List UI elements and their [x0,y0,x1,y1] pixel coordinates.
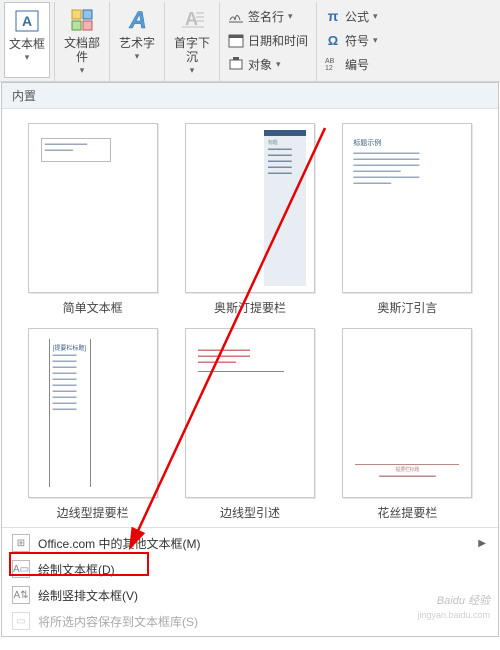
thumb-label: 边线型引述 [220,504,280,521]
chevron-down-icon: ▾ [373,11,378,22]
thumb-preview: ▬▬▬▬▬▬▬▬▬▬▬▬▬▬▬▬▬▬▬▬▬▬▬▬▬▬▬▬▬▬ [185,328,315,498]
omega-icon: Ω [325,32,341,48]
thumb-preview: [提要栏标题]▬▬▬▬▬▬▬▬▬▬▬▬▬▬▬▬▬▬▬▬▬▬▬▬▬▬▬▬▬▬▬▬▬… [28,328,158,498]
ribbon-group-text: A 文本框 ▾ [0,2,55,81]
gallery: ▬▬▬▬▬▬▬▬▬▬▬▬▬▬▬ 简单文本框 标题▬▬▬▬▬▬▬▬▬▬▬▬▬▬▬▬… [2,109,498,527]
signature-label: 签名行 [248,8,284,25]
dropcap-icon: A [178,6,206,34]
quick-parts-icon [68,6,96,34]
thumb-label: 边线型提要栏 [57,504,129,521]
svg-text:AB: AB [325,58,335,65]
chevron-right-icon: ▶ [478,538,486,549]
thumb-preview: ▬▬▬▬▬▬▬▬▬▬▬▬▬▬▬ [28,123,158,293]
textbox-button[interactable]: A 文本框 ▾ [4,2,50,78]
ribbon-group-dropcap: A 首字下沉 ▾ [165,2,220,81]
thumb-austin-quote[interactable]: 标题示例 ▬▬▬▬▬▬▬▬▬▬▬▬▬▬▬▬▬▬▬▬▬▬▬▬▬▬▬▬▬▬▬▬▬▬▬… [335,123,480,316]
thumb-label: 奥斯汀引言 [377,299,437,316]
menu-office-more[interactable]: ⊞ Office.com 中的其他文本框(M) ▶ [2,530,498,556]
thumb-label: 奥斯汀提要栏 [214,299,286,316]
svg-text:12: 12 [325,65,333,72]
svg-text:A: A [185,9,198,29]
wordart-icon: A [123,6,151,34]
chevron-down-icon: ▾ [135,51,140,62]
chevron-down-icon: ▾ [25,52,30,63]
thumb-preview: 标题示例 ▬▬▬▬▬▬▬▬▬▬▬▬▬▬▬▬▬▬▬▬▬▬▬▬▬▬▬▬▬▬▬▬▬▬▬… [342,123,472,293]
thumb-sideline-quote[interactable]: ▬▬▬▬▬▬▬▬▬▬▬▬▬▬▬▬▬▬▬▬▬▬▬▬▬▬▬▬▬▬ 边线型引述 [177,328,322,521]
equation-label: 公式 [345,8,369,25]
wordart-button[interactable]: A 艺术字 ▾ [114,2,160,78]
svg-text:A: A [128,7,146,34]
save-selection-icon: ▭ [12,612,30,630]
textbox-label: 文本框 [9,37,45,51]
thumb-filigree-sidebar[interactable]: 提要栏标题▬▬▬▬▬▬▬▬▬▬▬▬ 花丝提要栏 [335,328,480,521]
quick-parts-label: 文档部件 [59,36,105,64]
watermark-sub: jingyan.baidu.com [417,610,490,620]
chevron-down-icon: ▾ [288,11,293,22]
equation-button[interactable]: π 公式 ▾ [321,4,382,28]
thumb-sideline-sidebar[interactable]: [提要栏标题]▬▬▬▬▬▬▬▬▬▬▬▬▬▬▬▬▬▬▬▬▬▬▬▬▬▬▬▬▬▬▬▬▬… [20,328,165,521]
thumb-preview: 标题▬▬▬▬▬▬▬▬▬▬▬▬▬▬▬▬▬▬▬▬▬▬▬▬▬ [185,123,315,293]
menu-draw-vertical-textbox[interactable]: A⇅ 绘制竖排文本框(V) [2,582,498,608]
signature-line-button[interactable]: 签名行 ▾ [224,4,312,28]
textbox-icon: A [13,7,41,35]
thumb-austin-sidebar[interactable]: 标题▬▬▬▬▬▬▬▬▬▬▬▬▬▬▬▬▬▬▬▬▬▬▬▬▬ 奥斯汀提要栏 [177,123,322,316]
menu-label: Office.com 中的其他文本框(M) [38,535,200,552]
object-icon [228,56,244,72]
numbering-button[interactable]: AB12 编号 [321,52,382,76]
menu-label: 将所选内容保存到文本框库(S) [38,613,198,630]
chevron-down-icon: ▾ [190,65,195,76]
signature-icon [228,8,244,24]
menu-label: 绘制文本框(D) [38,561,115,578]
symbol-button[interactable]: Ω 符号 ▾ [321,28,382,52]
symbol-label: 符号 [345,32,369,49]
textbox-dropdown: 内置 ▬▬▬▬▬▬▬▬▬▬▬▬▬▬▬ 简单文本框 标题▬▬▬▬▬▬▬▬▬▬▬▬▬… [1,82,499,637]
menu-label: 绘制竖排文本框(V) [38,587,138,604]
dropcap-button[interactable]: A 首字下沉 ▾ [169,2,215,78]
date-time-label: 日期和时间 [248,32,308,49]
watermark: Baidu 经验 [437,592,490,608]
thumb-label: 花丝提要栏 [377,504,437,521]
svg-text:A: A [22,13,32,29]
ribbon-group-parts: 文档部件 ▾ [55,2,110,81]
draw-vertical-icon: A⇅ [12,586,30,604]
menu-draw-textbox[interactable]: A▭ 绘制文本框(D) [2,556,498,582]
chevron-down-icon: ▾ [373,35,378,46]
draw-textbox-icon: A▭ [12,560,30,578]
ribbon: A 文本框 ▾ 文档部件 ▾ A 艺术字 ▾ A 首字下沉 [0,0,500,82]
thumb-simple-textbox[interactable]: ▬▬▬▬▬▬▬▬▬▬▬▬▬▬▬ 简单文本框 [20,123,165,316]
object-button[interactable]: 对象 ▾ [224,52,312,76]
chevron-down-icon: ▾ [80,65,85,76]
chevron-down-icon: ▾ [276,59,281,70]
office-icon: ⊞ [12,534,30,552]
section-header: 内置 [2,83,498,109]
numbering-label: 编号 [345,56,369,73]
dropcap-label: 首字下沉 [169,36,215,64]
ribbon-group-insert-misc: 签名行 ▾ 日期和时间 对象 ▾ [220,2,317,81]
thumb-preview: 提要栏标题▬▬▬▬▬▬▬▬▬▬▬▬ [342,328,472,498]
object-label: 对象 [248,56,272,73]
ribbon-group-wordart: A 艺术字 ▾ [110,2,165,81]
thumb-label: 简单文本框 [63,299,123,316]
ribbon-group-symbols: π 公式 ▾ Ω 符号 ▾ AB12 编号 [317,2,386,81]
numbering-icon: AB12 [325,56,341,72]
wordart-label: 艺术字 [119,36,155,50]
quick-parts-button[interactable]: 文档部件 ▾ [59,2,105,78]
date-time-button[interactable]: 日期和时间 [224,28,312,52]
pi-icon: π [325,8,341,24]
calendar-icon [228,32,244,48]
